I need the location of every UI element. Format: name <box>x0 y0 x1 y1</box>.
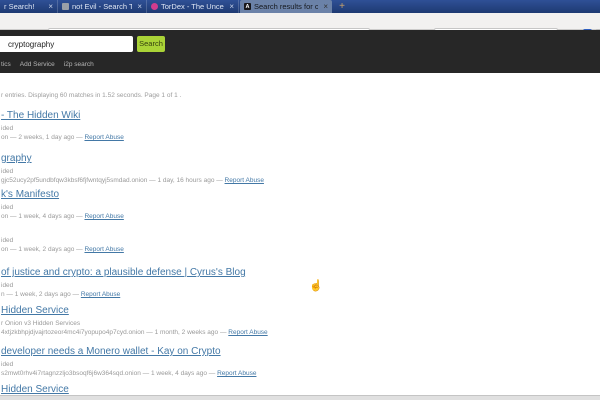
result-description: r Onion v3 Hidden Services <box>1 320 268 327</box>
result-title-link[interactable]: k's Manifesto <box>1 189 124 201</box>
report-abuse-link[interactable]: Report Abuse <box>84 213 123 220</box>
ahmia-favicon: A <box>244 3 251 10</box>
report-abuse-link[interactable]: Report Abuse <box>225 177 264 184</box>
result-meta: on — 1 week, 2 days ago — Report Abuse <box>1 246 124 253</box>
result-url-time: 4xtjzkbhpjdjvajrtozeor4mc4i7yopupo4p7cyd… <box>1 329 228 336</box>
result-title-link[interactable]: of justice and crypto: a plausible defen… <box>1 267 246 279</box>
search-result: Hidden Service r Onion v3 Hidden Service… <box>1 305 268 336</box>
result-url-time: n — 1 week, 2 days ago — <box>1 291 81 298</box>
result-url-time: on — 2 weeks, 1 day ago — <box>1 134 84 141</box>
result-description: ided <box>1 125 124 132</box>
result-description: ided <box>1 282 246 289</box>
not-evil-favicon <box>62 3 69 10</box>
result-description: ided <box>1 361 256 368</box>
tab-title: TorDex - The Uncensored Tor Inde <box>161 2 224 11</box>
tab-search-results-active[interactable]: A Search results for cryptography × <box>240 0 332 13</box>
result-title-link[interactable]: developer needs a Monero wallet - Kay on… <box>1 346 256 358</box>
search-result: - The Hidden Wiki ided on — 2 weeks, 1 d… <box>1 110 124 141</box>
tab-tordex[interactable]: TorDex - The Uncensored Tor Inde × <box>147 0 239 13</box>
tordex-favicon <box>151 3 158 10</box>
browser-window: r Search! × not Evil - Search Tor × TorD… <box>0 0 600 400</box>
result-meta: s2mwt0rhv4i7rtagnzzljo3bsoqf6j6w364sqd.o… <box>1 370 256 377</box>
tab-close-icon[interactable]: × <box>229 0 234 13</box>
site-header: Search tics Add Service i2p search <box>0 30 600 73</box>
new-tab-button[interactable]: + <box>336 1 348 12</box>
result-description: ided <box>1 204 124 211</box>
report-abuse-link[interactable]: Report Abuse <box>84 134 123 141</box>
report-abuse-link[interactable]: Report Abuse <box>217 370 256 377</box>
result-title-link[interactable]: - The Hidden Wiki <box>1 110 124 122</box>
result-description: ided <box>1 168 264 175</box>
site-search-button[interactable]: Search <box>137 36 165 52</box>
tab-bar: r Search! × not Evil - Search Tor × TorD… <box>0 0 600 13</box>
report-abuse-link[interactable]: Report Abuse <box>84 246 123 253</box>
nav-add-service-link[interactable]: Add Service <box>20 61 55 68</box>
tab-title: r Search! <box>4 2 43 11</box>
result-url-time: on — 1 week, 2 days ago — <box>1 246 84 253</box>
result-meta: gjc52ucy2pf5undbfqw3kbsf6fjfwntqyj5smdad… <box>1 177 264 184</box>
nav-i2p-search-link[interactable]: i2p search <box>64 61 94 68</box>
site-nav: tics Add Service i2p search <box>1 61 103 68</box>
result-url-time: on — 1 week, 4 days ago — <box>1 213 84 220</box>
tab-close-icon[interactable]: × <box>48 0 53 13</box>
tab-close-icon[interactable]: × <box>137 0 142 13</box>
mouse-cursor-hand: ☝ <box>309 279 323 292</box>
tab-title: Search results for cryptography <box>254 2 318 11</box>
tab-not-evil[interactable]: not Evil - Search Tor × <box>58 0 147 13</box>
horizontal-scrollbar <box>0 395 600 400</box>
search-result: ided on — 1 week, 2 days ago — Report Ab… <box>1 222 124 253</box>
result-title-link[interactable]: Hidden Service <box>1 305 268 317</box>
tab-close-icon[interactable]: × <box>323 0 328 13</box>
tab-tor-search[interactable]: r Search! × <box>0 0 58 13</box>
result-meta: n — 1 week, 2 days ago — Report Abuse <box>1 291 246 298</box>
result-meta: on — 1 week, 4 days ago — Report Abuse <box>1 213 124 220</box>
result-url-time: s2mwt0rhv4i7rtagnzzljo3bsoqf6j6w364sqd.o… <box>1 370 217 377</box>
results-stats: r entries. Displaying 60 matches in 1.52… <box>1 92 181 99</box>
result-title-link[interactable] <box>1 222 124 234</box>
report-abuse-link[interactable]: Report Abuse <box>228 329 267 336</box>
browser-toolbar: i msydqstlz2kzerdg.onion/search/?q=crypt… <box>0 13 600 30</box>
search-result: k's Manifesto ided on — 1 week, 4 days a… <box>1 189 124 220</box>
result-title-link[interactable]: graphy <box>1 153 264 165</box>
report-abuse-link[interactable]: Report Abuse <box>81 291 120 298</box>
search-result: of justice and crypto: a plausible defen… <box>1 267 246 298</box>
result-meta: 4xtjzkbhpjdjvajrtozeor4mc4i7yopupo4p7cyd… <box>1 329 268 336</box>
search-result: developer needs a Monero wallet - Kay on… <box>1 346 256 377</box>
tab-title: not Evil - Search Tor <box>72 2 132 11</box>
nav-statistics-link[interactable]: tics <box>1 61 11 68</box>
result-description: ided <box>1 237 124 244</box>
result-url-time: gjc52ucy2pf5undbfqw3kbsf6fjfwntqyj5smdad… <box>1 177 225 184</box>
result-meta: on — 2 weeks, 1 day ago — Report Abuse <box>1 134 124 141</box>
site-search-input[interactable] <box>0 36 133 52</box>
search-result: graphy ided gjc52ucy2pf5undbfqw3kbsf6fjf… <box>1 153 264 184</box>
